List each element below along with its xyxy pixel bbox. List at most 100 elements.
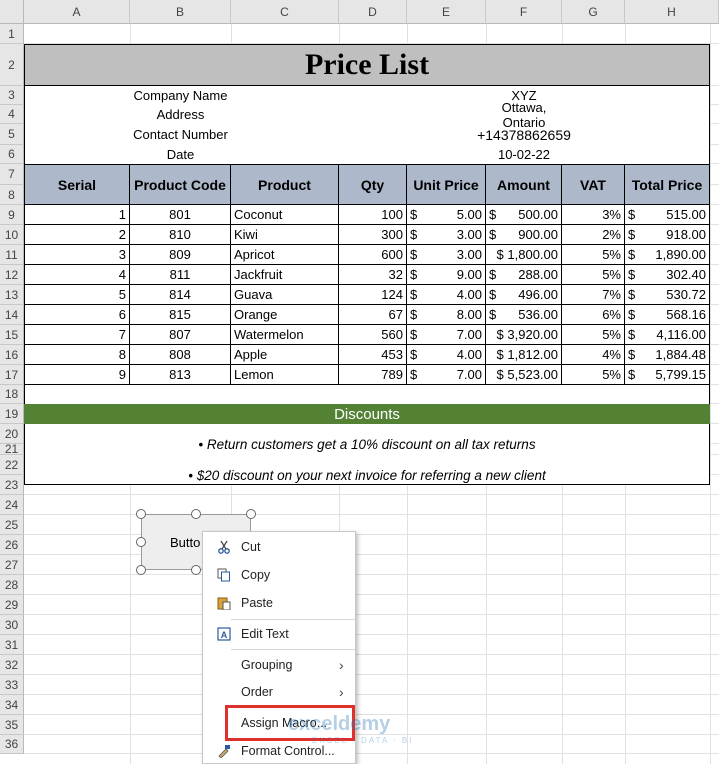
cell-serial[interactable]: 4	[24, 265, 130, 285]
cell-qty[interactable]: 67	[339, 305, 407, 325]
cell-product[interactable]: Kiwi	[231, 225, 339, 245]
resize-handle[interactable]	[191, 509, 201, 519]
row-header[interactable]: 31	[0, 635, 24, 655]
column-header-e[interactable]: E	[407, 0, 486, 24]
row-header[interactable]: 18	[0, 385, 24, 404]
row-header[interactable]: 9	[0, 205, 24, 225]
menu-item-cut[interactable]: Cut	[203, 534, 355, 560]
select-all-corner[interactable]	[0, 0, 24, 24]
cell-unit-price[interactable]: $7.00	[407, 325, 486, 345]
cell-product-code[interactable]: 810	[130, 225, 231, 245]
cell-product-code[interactable]: 807	[130, 325, 231, 345]
row-header[interactable]: 11	[0, 245, 24, 265]
column-header-f[interactable]: F	[486, 0, 562, 24]
menu-item-edit-text[interactable]: A Edit Text	[203, 621, 355, 647]
row-header[interactable]: 10	[0, 225, 24, 245]
cell-product[interactable]: Guava	[231, 285, 339, 305]
cell-amount[interactable]: $500.00	[486, 205, 562, 225]
row-header[interactable]: 12	[0, 265, 24, 285]
cell-unit-price[interactable]: $5.00	[407, 205, 486, 225]
cell-qty[interactable]: 789	[339, 365, 407, 385]
cell-amount[interactable]: $496.00	[486, 285, 562, 305]
menu-item-paste[interactable]: Paste	[203, 590, 355, 616]
cell-unit-price[interactable]: $3.00	[407, 225, 486, 245]
cell-vat[interactable]: 5%	[562, 365, 625, 385]
cell-total-price[interactable]: $4,116.00	[625, 325, 710, 345]
cell-serial[interactable]: 9	[24, 365, 130, 385]
cell-total-price[interactable]: $302.40	[625, 265, 710, 285]
cell-qty[interactable]: 560	[339, 325, 407, 345]
resize-handle[interactable]	[246, 509, 256, 519]
cell-serial[interactable]: 1	[24, 205, 130, 225]
menu-item-copy[interactable]: Copy	[203, 562, 355, 588]
column-header-c[interactable]: C	[231, 0, 339, 24]
cell-product[interactable]: Jackfruit	[231, 265, 339, 285]
row-header[interactable]: 23	[0, 475, 24, 495]
row-header[interactable]: 33	[0, 675, 24, 695]
cell-product-code[interactable]: 801	[130, 205, 231, 225]
row-header[interactable]: 24	[0, 495, 24, 515]
column-header-d[interactable]: D	[339, 0, 407, 24]
cell-product[interactable]: Lemon	[231, 365, 339, 385]
row-header[interactable]: 20	[0, 424, 24, 444]
cell-product-code[interactable]: 809	[130, 245, 231, 265]
row-header[interactable]: 19	[0, 404, 24, 424]
row-header[interactable]: 16	[0, 345, 24, 365]
cell-product[interactable]: Coconut	[231, 205, 339, 225]
cell-qty[interactable]: 300	[339, 225, 407, 245]
resize-handle[interactable]	[136, 565, 146, 575]
row-header[interactable]: 25	[0, 515, 24, 535]
cell-qty[interactable]: 100	[339, 205, 407, 225]
cell-amount[interactable]: $900.00	[486, 225, 562, 245]
cell-total-price[interactable]: $530.72	[625, 285, 710, 305]
cell-unit-price[interactable]: $8.00	[407, 305, 486, 325]
cell-total-price[interactable]: $515.00	[625, 205, 710, 225]
cell-amount[interactable]: $ 3,920.00	[486, 325, 562, 345]
cell-serial[interactable]: 2	[24, 225, 130, 245]
row-header[interactable]: 15	[0, 325, 24, 345]
cell-amount[interactable]: $ 5,523.00	[486, 365, 562, 385]
resize-handle[interactable]	[191, 565, 201, 575]
cell-amount[interactable]: $536.00	[486, 305, 562, 325]
column-header-g[interactable]: G	[562, 0, 625, 24]
row-header[interactable]: 28	[0, 575, 24, 595]
cell-unit-price[interactable]: $4.00	[407, 285, 486, 305]
cell-qty[interactable]: 124	[339, 285, 407, 305]
column-header-h[interactable]: H	[625, 0, 719, 24]
cell-vat[interactable]: 5%	[562, 325, 625, 345]
row-header[interactable]: 4	[0, 105, 24, 124]
cell-product-code[interactable]: 813	[130, 365, 231, 385]
cell-vat[interactable]: 4%	[562, 345, 625, 365]
cell-product-code[interactable]: 815	[130, 305, 231, 325]
row-header[interactable]: 21	[0, 442, 24, 456]
cell-total-price[interactable]: $568.16	[625, 305, 710, 325]
menu-item-order[interactable]: Order ›	[203, 679, 355, 705]
cell-amount[interactable]: $288.00	[486, 265, 562, 285]
cell-product-code[interactable]: 808	[130, 345, 231, 365]
cell-product-code[interactable]: 814	[130, 285, 231, 305]
cell-total-price[interactable]: $5,799.15	[625, 365, 710, 385]
row-header[interactable]: 1	[0, 24, 24, 44]
resize-handle[interactable]	[136, 537, 146, 547]
cell-qty[interactable]: 453	[339, 345, 407, 365]
cell-unit-price[interactable]: $3.00	[407, 245, 486, 265]
cell-vat[interactable]: 5%	[562, 265, 625, 285]
row-header[interactable]: 6	[0, 145, 24, 164]
row-header[interactable]: 29	[0, 595, 24, 615]
cell-product-code[interactable]: 811	[130, 265, 231, 285]
cell-unit-price[interactable]: $7.00	[407, 365, 486, 385]
row-header[interactable]: 3	[0, 86, 24, 105]
row-header[interactable]: 17	[0, 365, 24, 385]
column-header-b[interactable]: B	[130, 0, 231, 24]
cell-amount[interactable]: $ 1,812.00	[486, 345, 562, 365]
cell-total-price[interactable]: $918.00	[625, 225, 710, 245]
row-header[interactable]: 7	[0, 164, 24, 185]
cell-vat[interactable]: 7%	[562, 285, 625, 305]
menu-item-grouping[interactable]: Grouping ›	[203, 652, 355, 678]
cell-unit-price[interactable]: $9.00	[407, 265, 486, 285]
cell-serial[interactable]: 6	[24, 305, 130, 325]
row-header[interactable]: 35	[0, 715, 24, 735]
row-header[interactable]: 14	[0, 305, 24, 325]
row-header[interactable]: 36	[0, 735, 24, 754]
cell-vat[interactable]: 3%	[562, 205, 625, 225]
